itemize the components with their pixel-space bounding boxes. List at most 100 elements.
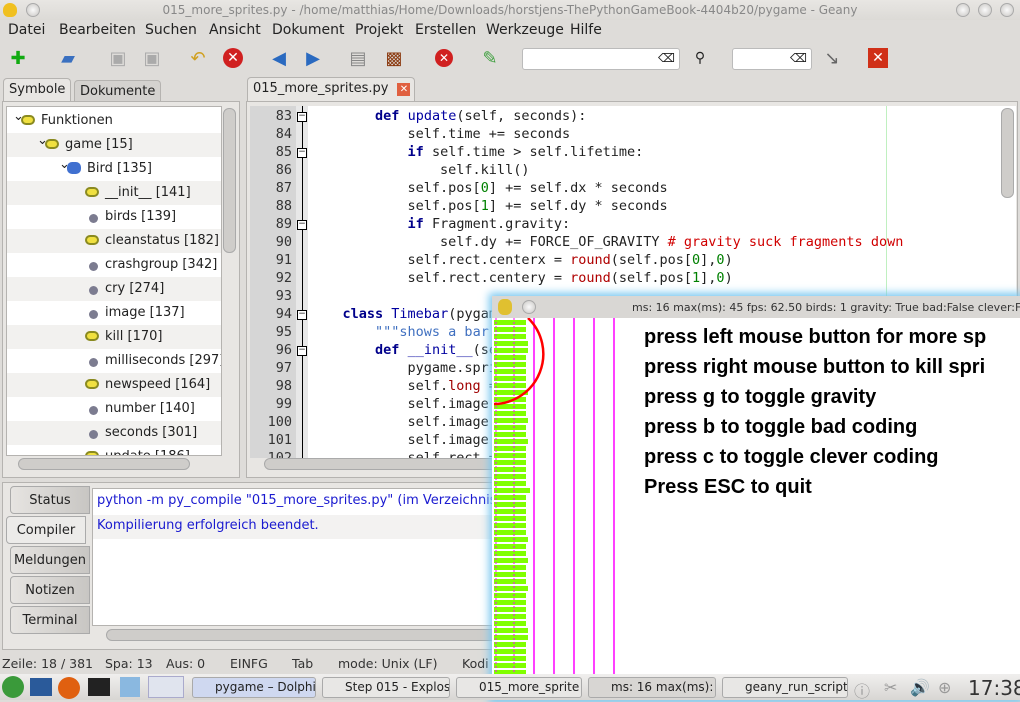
pygame-canvas[interactable]: press left mouse button for more sp press… — [492, 318, 1020, 700]
code-line: self.kill() — [310, 162, 530, 178]
tree-vertical-scrollbar[interactable] — [223, 108, 236, 253]
tab-symbole[interactable]: Symbole — [3, 78, 72, 102]
firefox-icon[interactable] — [58, 677, 80, 699]
menu-datei[interactable]: Datei — [8, 22, 45, 38]
stop-icon[interactable]: ✕ — [432, 46, 456, 70]
tree-item[interactable]: ⌄ Funktionen — [7, 109, 221, 133]
tree-item[interactable]: crashgroup [342] — [7, 253, 221, 277]
tree-item[interactable]: ⌄ Bird [135] — [7, 157, 221, 181]
menu-ansicht[interactable]: Ansicht — [209, 22, 261, 38]
timebar — [494, 635, 528, 640]
task-geany-run-script[interactable]: geany_run_script — [722, 677, 848, 698]
variable-icon — [89, 262, 98, 271]
maximize-button[interactable] — [978, 3, 992, 17]
compile-icon[interactable]: ▤ — [346, 46, 370, 70]
clear-search-icon[interactable]: ⌫ — [658, 51, 675, 65]
save-all-icon[interactable]: ▣ — [140, 46, 164, 70]
color-picker-icon[interactable]: ✎ — [478, 46, 502, 70]
task-firefox[interactable]: Step 015 - Explos — [322, 677, 450, 698]
menu-erstellen[interactable]: Erstellen — [415, 22, 476, 38]
minimize-button[interactable] — [956, 3, 970, 17]
line-number: 96 — [275, 342, 292, 358]
editor-horizontal-scrollbar[interactable] — [264, 458, 504, 470]
menu-dokument[interactable]: Dokument — [272, 22, 345, 38]
save-icon[interactable]: ▣ — [106, 46, 130, 70]
close-window-button[interactable] — [1000, 3, 1014, 17]
taskbar: pygame – Dolphin Step 015 - Explos 015_m… — [0, 674, 1020, 702]
task-pygame[interactable]: ms: 16 max(ms): — [588, 677, 716, 698]
fold-marker-icon[interactable]: − — [297, 112, 307, 122]
tree-item[interactable]: seconds [301] — [7, 421, 221, 445]
task-geany[interactable]: 015_more_sprite — [456, 677, 582, 698]
menu-werkzeuge[interactable]: Werkzeuge — [486, 22, 564, 38]
pager-icon[interactable] — [148, 676, 184, 698]
goto-line-input[interactable]: ⌫ — [732, 48, 812, 70]
close-tab-icon[interactable]: ✕ — [397, 83, 411, 96]
revert-icon[interactable]: ↶ — [186, 46, 210, 70]
menu-hilfe[interactable]: Hilfe — [570, 22, 602, 38]
back-icon[interactable]: ◀ — [267, 46, 291, 70]
tree-item[interactable]: update [186] — [7, 445, 221, 455]
timebar — [494, 376, 526, 381]
tree-item-label: birds [139] — [105, 209, 177, 224]
volume-icon[interactable]: 🔊 — [910, 678, 930, 697]
tree-item[interactable]: __init__ [141] — [7, 181, 221, 205]
new-file-icon[interactable]: ✚ — [6, 46, 30, 70]
tree-item[interactable]: birds [139] — [7, 205, 221, 229]
tab-dokumente[interactable]: Dokumente — [74, 80, 162, 102]
menu-projekt[interactable]: Projekt — [355, 22, 403, 38]
help-text: Press ESC to quit — [644, 476, 812, 498]
tree-item[interactable]: ⌄ game [15] — [7, 133, 221, 157]
tree-item[interactable]: cry [274] — [7, 277, 221, 301]
tab-015-more-sprites[interactable]: 015_more_sprites.py ✕ — [247, 77, 416, 102]
tree-item-label: __init__ [141] — [105, 185, 191, 200]
tree-item[interactable]: image [137] — [7, 301, 221, 325]
fold-marker-icon[interactable]: − — [297, 220, 307, 230]
tab-compiler[interactable]: Compiler — [6, 516, 86, 544]
search-input[interactable]: ⌫ — [522, 48, 680, 70]
clipboard-icon[interactable]: ✂ — [884, 678, 897, 697]
show-desktop-icon[interactable] — [30, 678, 52, 696]
timebar — [494, 467, 526, 472]
close-icon[interactable]: ✕ — [221, 46, 245, 70]
open-file-icon[interactable]: ▰ — [56, 46, 80, 70]
build-icon[interactable]: ▩ — [382, 46, 406, 70]
clock[interactable]: 17:38 — [968, 676, 1020, 700]
file-manager-icon[interactable] — [120, 677, 140, 697]
tree-item[interactable]: newspeed [164] — [7, 373, 221, 397]
tree-item[interactable]: milliseconds [297] — [7, 349, 221, 373]
terminal-icon[interactable] — [88, 678, 110, 696]
timebar — [494, 551, 526, 556]
tab-notizen[interactable]: Notizen — [10, 576, 90, 604]
goto-line-icon[interactable]: ↘ — [820, 46, 844, 70]
function-icon — [85, 187, 99, 197]
fold-marker-icon[interactable]: − — [297, 346, 307, 356]
pygame-window-menu-button[interactable] — [522, 300, 536, 314]
timebar — [494, 488, 530, 493]
task-dolphin[interactable]: pygame – Dolphin — [192, 677, 316, 698]
menu-suchen[interactable]: Suchen — [145, 22, 197, 38]
tab-terminal[interactable]: Terminal — [10, 606, 90, 634]
info-icon[interactable]: ⓘ — [854, 678, 870, 702]
network-icon[interactable]: ⊕ — [938, 678, 951, 697]
clear-goto-icon[interactable]: ⌫ — [790, 51, 807, 65]
tab-status[interactable]: Status — [10, 486, 90, 514]
menu-bearbeiten[interactable]: Bearbeiten — [59, 22, 136, 38]
tree-item[interactable]: kill [170] — [7, 325, 221, 349]
fold-marker-icon[interactable]: − — [297, 310, 307, 320]
editor-vertical-scrollbar[interactable] — [1001, 108, 1014, 198]
message-horizontal-scrollbar[interactable] — [106, 629, 506, 641]
find-icon[interactable]: ⚲ — [688, 46, 712, 70]
fold-marker-icon[interactable]: − — [297, 148, 307, 158]
line-number: 94 — [275, 306, 292, 322]
forward-icon[interactable]: ▶ — [301, 46, 325, 70]
tab-meldungen[interactable]: Meldungen — [10, 546, 90, 574]
timebar — [494, 586, 528, 591]
pygame-window[interactable]: ms: 16 max(ms): 45 fps: 62.50 birds: 1 g… — [492, 296, 1020, 700]
tree-item[interactable]: number [140] — [7, 397, 221, 421]
function-icon — [85, 331, 99, 341]
tree-horizontal-scrollbar[interactable] — [18, 458, 190, 470]
app-menu-icon[interactable] — [2, 676, 24, 698]
quit-icon[interactable]: ✕ — [866, 46, 890, 70]
tree-item[interactable]: cleanstatus [182] — [7, 229, 221, 253]
